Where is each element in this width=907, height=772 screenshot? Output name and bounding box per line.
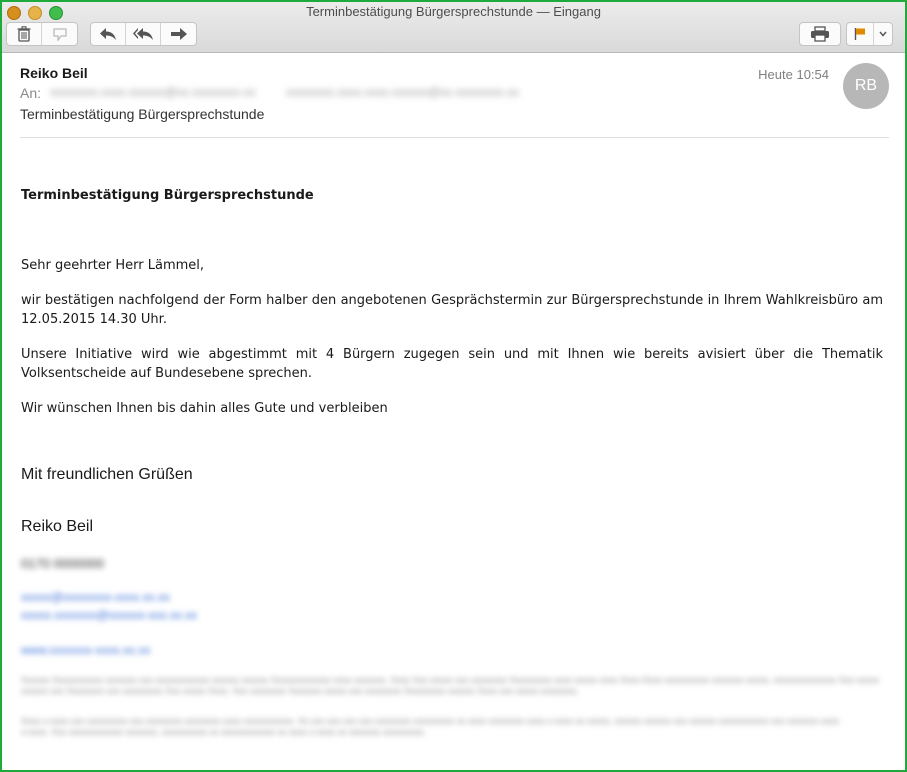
message-date: Heute 10:54 [758,67,829,82]
signature-link[interactable]: xxxxx.xxxxxxx@xxxxxx-xxx.xx.xx [21,608,197,622]
sender-name[interactable]: Reiko Beil [20,65,88,81]
junk-button[interactable] [42,23,77,45]
flag-button[interactable] [847,23,874,45]
reply-all-icon [133,28,153,40]
recipient-address[interactable]: xxxxxxxx.xxxx.xxxxxx@xx.xxxxxxxx.xx [50,85,256,99]
reply-forward-group [90,22,197,46]
junk-icon [52,28,67,41]
mail-window: Terminbestätigung Bürgersprechstunde — E… [0,0,907,772]
titlebar: Terminbestätigung Bürgersprechstunde — E… [2,2,905,53]
print-group [799,22,841,46]
message-header: Reiko Beil An: xxxxxxxx.xxxx.xxxxxx@xx.x… [20,53,889,138]
body-paragraph: Wir wünschen Ihnen bis dahin alles Gute … [21,401,388,416]
body-paragraph: Unsere Initiative wird wie abgestimmt mi… [21,347,883,381]
trash-icon [17,26,31,42]
closing-line: Mit freundlichen Grüßen [21,466,193,483]
recipient-address[interactable]: xxxxxxxx.xxxx.xxxx.xxxxxx@xx.xxxxxxxx.xx [286,85,519,99]
flag-icon [854,28,865,40]
signature-name: Reiko Beil [21,518,94,535]
disclaimer-text: Xxxxxx Xxxxxxxxxxx xxxxxxx xxx xxxxxxxxx… [21,675,880,696]
window-title: Terminbestätigung Bürgersprechstunde — E… [306,4,601,19]
to-label: An: [20,85,42,101]
body-greeting: Sehr geehrter Herr Lämmel, [21,258,205,273]
avatar: RB [843,63,889,109]
chevron-down-icon [879,31,887,37]
disclaimer-text: Xxxx x-xxxx xxx xxxxxxxxx xxx xxxxxxxx x… [21,716,840,737]
print-icon [811,26,829,42]
reply-all-button[interactable] [126,23,161,45]
body-title: Terminbestätigung Bürgersprechstunde [21,188,314,203]
reply-button[interactable] [91,23,126,45]
delete-junk-group [6,22,78,46]
signature-link[interactable]: www.xxxxxxx-xxxx.xx.xx [21,643,150,657]
flag-group [846,22,893,46]
body-paragraph: wir bestätigen nachfolgend der Form halb… [21,293,883,327]
print-button[interactable] [800,23,840,45]
delete-button[interactable] [7,23,42,45]
signature-phone: 0170 0000000 [21,556,105,571]
signature-link[interactable]: xxxxx@xxxxxxxx-xxxx.xx.xx [21,590,170,604]
message-subject: Terminbestätigung Bürgersprechstunde [20,106,265,122]
forward-icon [170,28,187,40]
forward-button[interactable] [161,23,196,45]
flag-menu-button[interactable] [874,23,892,45]
reply-icon [100,28,116,40]
